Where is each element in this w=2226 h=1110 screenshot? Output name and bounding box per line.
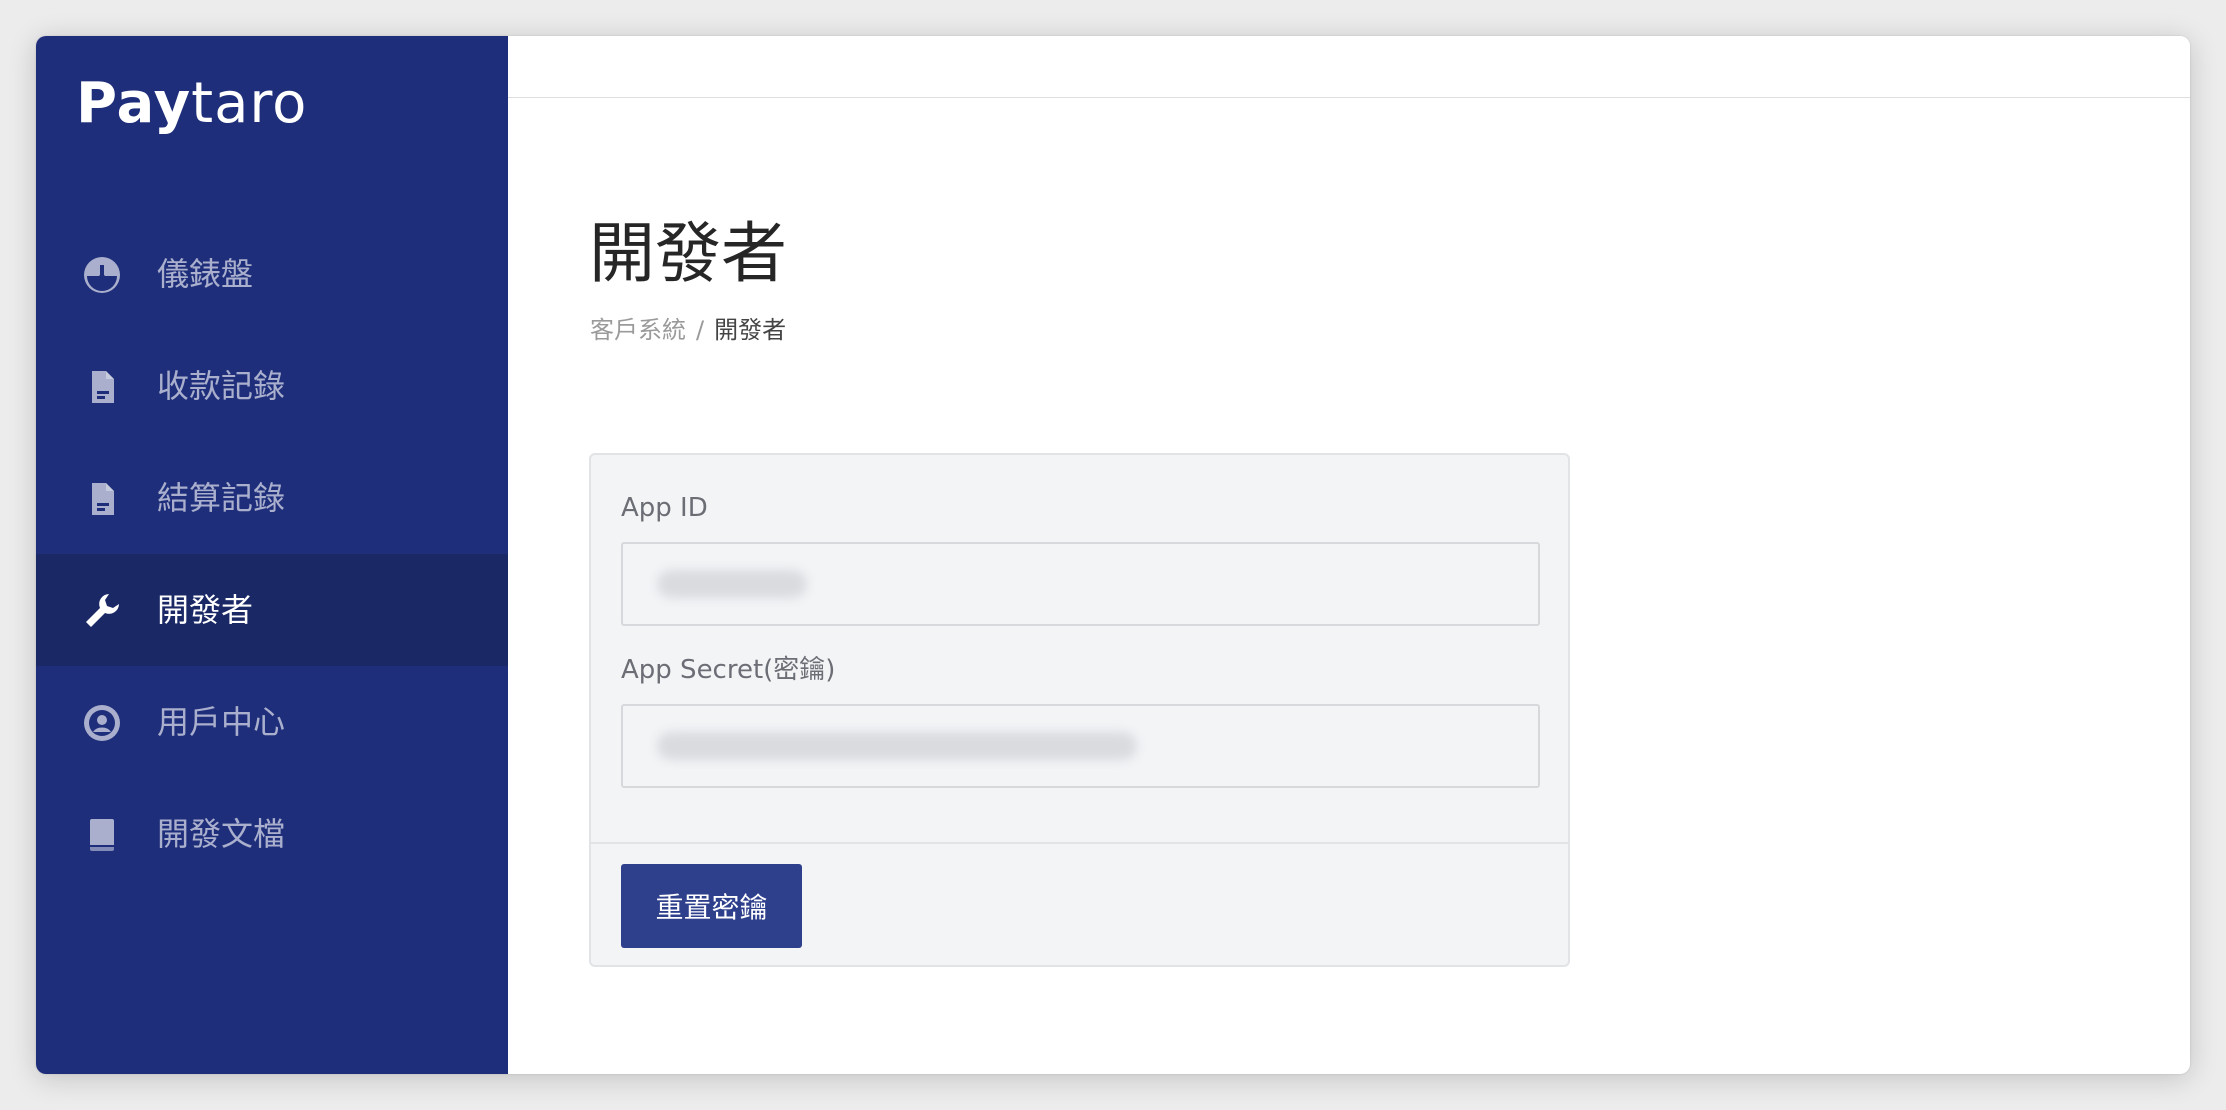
sidebar-item-developer-docs[interactable]: 開發文檔 (36, 778, 508, 890)
sidebar: Paytaro 儀錶盤 收款記錄 結算記錄 開發者 用戶中心 開發文檔 (36, 36, 508, 1074)
page-title: 開發者 (589, 215, 787, 292)
credentials-card: App ID App Secret(密鑰) 重置密鑰 (589, 453, 1570, 967)
top-bar (508, 36, 2190, 98)
logo-bold-part: Pay (76, 71, 192, 136)
sidebar-item-payment-records[interactable]: 收款記錄 (36, 330, 508, 442)
sidebar-item-label: 結算記錄 (157, 479, 286, 517)
breadcrumb: 客戶系統 / 開發者 (590, 314, 786, 346)
wrench-icon (82, 591, 122, 631)
app-secret-field[interactable] (621, 704, 1540, 788)
dashboard-icon (82, 255, 122, 295)
sidebar-item-label: 開發文檔 (157, 815, 286, 853)
logo-light-part: taro (191, 71, 308, 136)
app-window: Paytaro 儀錶盤 收款記錄 結算記錄 開發者 用戶中心 開發文檔 開發者 … (36, 36, 2190, 1074)
sidebar-item-label: 儀錶盤 (157, 255, 254, 293)
sidebar-item-developer[interactable]: 開發者 (36, 554, 508, 666)
sidebar-item-user-center[interactable]: 用戶中心 (36, 666, 508, 778)
breadcrumb-parent-link[interactable]: 客戶系統 (590, 314, 686, 346)
user-circle-icon (82, 703, 122, 743)
reset-secret-button[interactable]: 重置密鑰 (621, 864, 802, 948)
breadcrumb-current: 開發者 (714, 316, 787, 344)
app-id-masked-value (657, 570, 807, 598)
sidebar-item-dashboard[interactable]: 儀錶盤 (36, 218, 508, 330)
app-secret-label: App Secret(密鑰) (621, 655, 836, 685)
paytaro-logo[interactable]: Paytaro (76, 66, 307, 142)
sidebar-item-settlement-records[interactable]: 結算記錄 (36, 442, 508, 554)
card-divider (591, 842, 1568, 844)
app-secret-masked-value (657, 732, 1137, 760)
app-id-field[interactable] (621, 542, 1540, 626)
book-icon (82, 815, 122, 855)
document-icon (82, 479, 122, 519)
app-id-label: App ID (621, 493, 708, 523)
document-icon (82, 367, 122, 407)
breadcrumb-separator: / (696, 316, 705, 344)
sidebar-item-label: 開發者 (157, 591, 254, 629)
sidebar-item-label: 用戶中心 (157, 703, 286, 741)
sidebar-nav: 儀錶盤 收款記錄 結算記錄 開發者 用戶中心 開發文檔 (36, 218, 508, 890)
sidebar-item-label: 收款記錄 (157, 367, 286, 405)
